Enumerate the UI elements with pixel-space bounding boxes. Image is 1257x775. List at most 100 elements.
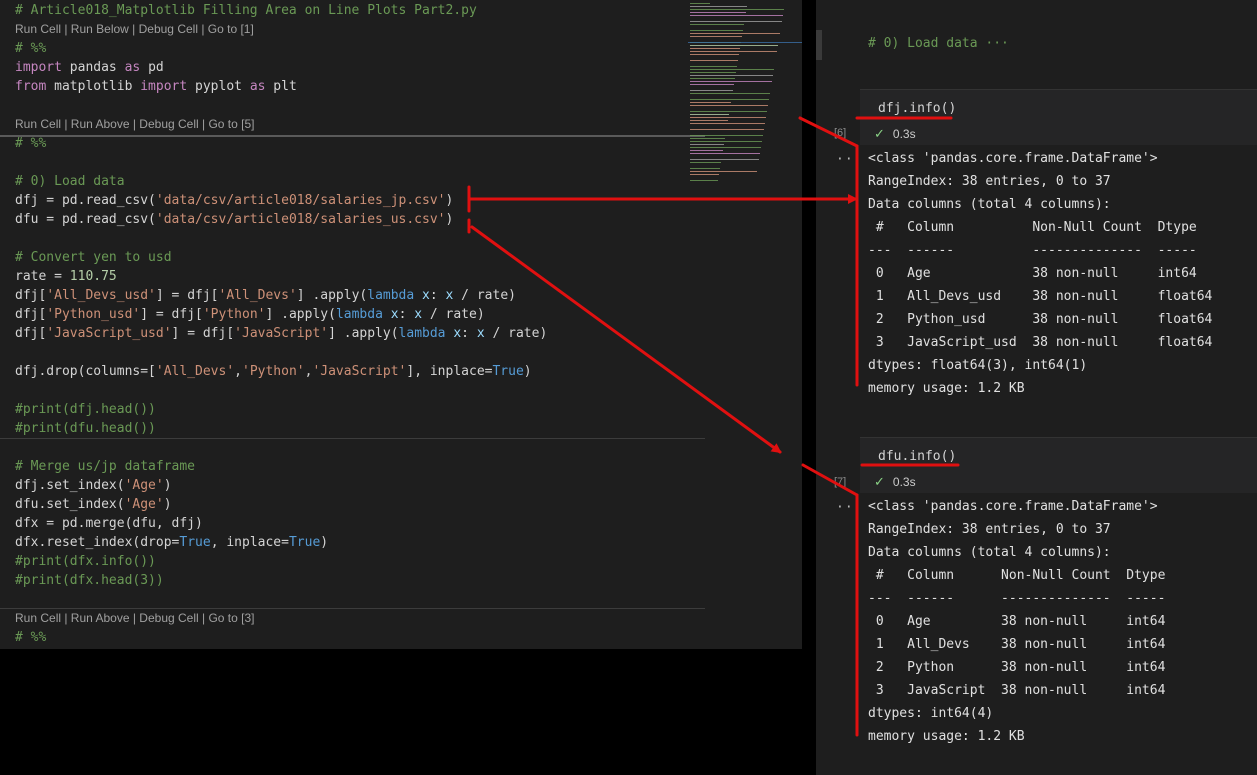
code-comment[interactable]: #print(dfj.head()) bbox=[15, 400, 156, 419]
code-token: ] = dfj[ bbox=[140, 307, 203, 322]
code-token: 'All_Devs' bbox=[218, 288, 297, 303]
cell-divider bbox=[0, 135, 705, 137]
markdown-heading[interactable]: # 0) Load data ··· bbox=[868, 36, 1009, 51]
minimap-line bbox=[690, 132, 726, 133]
cell-status: ✓ 0.3s bbox=[874, 474, 916, 490]
output-more-icon[interactable]: ··· bbox=[836, 500, 862, 515]
output-line: 2 Python 38 non-null int64 bbox=[868, 660, 1166, 675]
minimap-line bbox=[690, 12, 746, 13]
codelens-actions[interactable]: Run Cell | Run Above | Debug Cell | Go t… bbox=[15, 609, 254, 628]
code-editor[interactable]: # Article018_Matplotlib Filling Area on … bbox=[0, 0, 802, 649]
code-comment[interactable]: #print(dfu.head()) bbox=[15, 419, 156, 438]
minimap-line bbox=[690, 75, 773, 76]
code-token: import bbox=[15, 60, 62, 75]
code-token: ] .apply( bbox=[328, 326, 399, 341]
code-token: : bbox=[398, 307, 415, 322]
minimap-line bbox=[690, 33, 780, 34]
output-line: # Column Non-Null Count Dtype bbox=[868, 568, 1166, 583]
minimap-line bbox=[690, 48, 740, 49]
code-token: 'All_Devs_usd' bbox=[46, 288, 156, 303]
minimap-line bbox=[690, 72, 736, 73]
minimap-line bbox=[690, 162, 721, 163]
minimap-line bbox=[690, 111, 767, 112]
code-token: x bbox=[414, 307, 423, 322]
code-comment[interactable]: # 0) Load data bbox=[15, 172, 125, 191]
cell-duration: 0.3s bbox=[892, 127, 916, 141]
code-line[interactable]: dfj['JavaScript_usd'] = dfj['JavaScript'… bbox=[15, 324, 547, 343]
code-token: 'All_Devs' bbox=[155, 364, 235, 379]
cell-duration: 0.3s bbox=[892, 475, 916, 489]
minimap-line bbox=[690, 153, 760, 154]
code-line[interactable]: dfj = pd.read_csv('data/csv/article018/s… bbox=[15, 191, 453, 210]
cell-source[interactable]: dfj.info() bbox=[878, 101, 956, 116]
minimap-line bbox=[690, 147, 761, 148]
code-token: lambda bbox=[398, 326, 446, 341]
editor-minimap[interactable] bbox=[688, 0, 802, 190]
minimap-cursor-line bbox=[688, 42, 802, 43]
minimap-line bbox=[690, 15, 783, 16]
code-token: 'Python' bbox=[242, 364, 305, 379]
code-line[interactable]: dfj.drop(columns=['All_Devs','Python','J… bbox=[15, 362, 532, 381]
check-icon: ✓ bbox=[874, 126, 885, 141]
code-comment[interactable]: # %% bbox=[15, 39, 46, 58]
output-more-icon[interactable]: ··· bbox=[836, 152, 862, 167]
minimap-line bbox=[690, 171, 757, 172]
code-token: dfj[ bbox=[15, 326, 47, 341]
code-comment[interactable]: # Merge us/jp dataframe bbox=[15, 457, 195, 476]
code-comment[interactable]: #print(dfx.head(3)) bbox=[15, 571, 164, 590]
minimap-line bbox=[690, 36, 742, 37]
execution-count: [6] bbox=[834, 127, 847, 139]
code-line[interactable]: dfj['All_Devs_usd'] = dfj['All_Devs'] .a… bbox=[15, 286, 516, 305]
code-token: 'JavaScript_usd' bbox=[46, 326, 172, 341]
code-token: lambda bbox=[335, 307, 383, 322]
cell-divider bbox=[0, 438, 705, 439]
code-line[interactable]: dfx.reset_index(drop=True, inplace=True) bbox=[15, 533, 328, 552]
code-token: , inplace= bbox=[210, 535, 289, 550]
output-line: 1 All_Devs_usd 38 non-null float64 bbox=[868, 289, 1213, 304]
code-line[interactable]: import pandas as pd bbox=[15, 58, 164, 77]
code-token: dfx = pd.merge(dfu, dfj) bbox=[15, 516, 203, 531]
code-comment[interactable]: # Article018_Matplotlib Filling Area on … bbox=[15, 1, 477, 20]
code-comment[interactable]: #print(dfx.info()) bbox=[15, 552, 156, 571]
code-token: pyplot bbox=[187, 79, 250, 94]
minimap-line bbox=[690, 39, 779, 40]
cell-divider bbox=[0, 608, 705, 609]
minimap-line bbox=[690, 150, 723, 151]
code-line[interactable]: from matplotlib import pyplot as plt bbox=[15, 77, 297, 96]
code-token: x bbox=[453, 326, 462, 341]
code-comment[interactable]: # %% bbox=[15, 628, 46, 647]
output-line: memory usage: 1.2 KB bbox=[868, 381, 1025, 396]
code-line[interactable]: dfu = pd.read_csv('data/csv/article018/s… bbox=[15, 210, 453, 229]
code-token: plt bbox=[265, 79, 297, 94]
code-token: dfj = pd.read_csv( bbox=[15, 193, 156, 208]
notebook-panel[interactable]: # 0) Load data ··· [6] dfj.info() ✓ 0.3s … bbox=[816, 0, 1257, 775]
minimap-line bbox=[690, 81, 772, 82]
code-comment[interactable]: # Convert yen to usd bbox=[15, 248, 172, 267]
output-line: 1 All_Devs 38 non-null int64 bbox=[868, 637, 1166, 652]
codelens-actions[interactable]: Run Cell | Run Below | Debug Cell | Go t… bbox=[15, 20, 254, 39]
code-token: matplotlib bbox=[46, 79, 141, 94]
code-line[interactable]: dfj.set_index('Age') bbox=[15, 476, 172, 495]
code-token: ) bbox=[320, 535, 329, 550]
code-token: : bbox=[429, 288, 446, 303]
code-token: x bbox=[422, 288, 430, 303]
code-token: ] = dfj[ bbox=[155, 288, 219, 303]
minimap-line bbox=[690, 54, 739, 55]
code-line[interactable]: dfx = pd.merge(dfu, dfj) bbox=[15, 514, 203, 533]
cell-source[interactable]: dfu.info() bbox=[878, 449, 956, 464]
minimap-line bbox=[690, 69, 774, 70]
code-token: 'data/csv/article018/salaries_jp.csv' bbox=[155, 193, 446, 208]
code-line[interactable]: dfj['Python_usd'] = dfj['Python'] .apply… bbox=[15, 305, 485, 324]
codelens-actions[interactable]: Run Cell | Run Above | Debug Cell | Go t… bbox=[15, 115, 254, 134]
code-token: ) bbox=[163, 497, 172, 512]
code-line[interactable]: rate = 110.75 bbox=[15, 267, 117, 286]
code-cell-dfj-info[interactable]: dfj.info() ✓ 0.3s bbox=[860, 89, 1257, 145]
minimap-line bbox=[690, 102, 731, 103]
code-token: ] = dfj[ bbox=[171, 326, 235, 341]
code-token: pandas bbox=[61, 60, 125, 75]
minimap-line bbox=[690, 114, 729, 115]
code-line[interactable]: dfu.set_index('Age') bbox=[15, 495, 172, 514]
minimap-line bbox=[690, 93, 770, 94]
code-cell-dfu-info[interactable]: dfu.info() ✓ 0.3s bbox=[860, 437, 1257, 493]
